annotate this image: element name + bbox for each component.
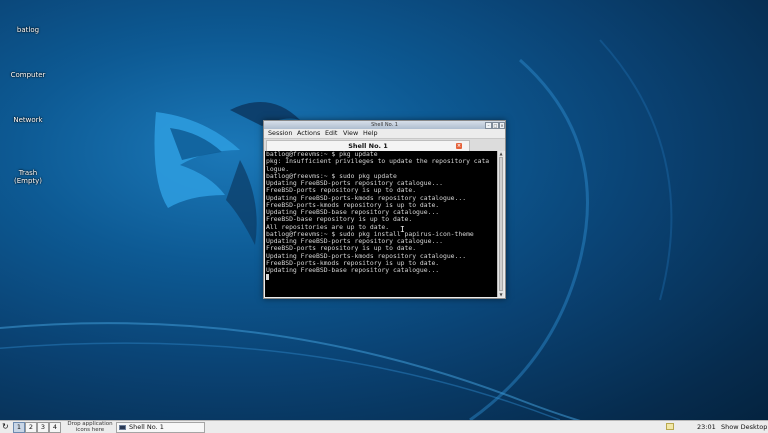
- desktop-icon-trash[interactable]: Trash (Empty): [0, 161, 56, 185]
- menu-bar: Session Actions Edit View Help: [264, 129, 505, 138]
- desktop-icon-home[interactable]: batlog: [0, 26, 56, 34]
- workspace-2[interactable]: 2: [25, 422, 37, 433]
- window-titlebar[interactable]: Shell No. 1 – □ ×: [264, 121, 505, 129]
- task-button-shell[interactable]: Shell No. 1: [116, 422, 205, 433]
- desktop-icon-label: Computer: [10, 71, 46, 79]
- minimize-button[interactable]: –: [485, 122, 492, 129]
- menu-edit[interactable]: Edit: [325, 129, 337, 138]
- tray-notes-icon[interactable]: [666, 423, 674, 430]
- desktop-icon-label: batlog: [16, 26, 40, 34]
- desktop-icon-network[interactable]: Network: [0, 116, 56, 124]
- window-title: Shell No. 1: [371, 122, 398, 128]
- close-button[interactable]: ×: [499, 122, 505, 129]
- workspace-4[interactable]: 4: [49, 422, 61, 433]
- menu-session[interactable]: Session: [268, 129, 292, 138]
- scrollbar-thumb[interactable]: [499, 157, 503, 291]
- maximize-button[interactable]: □: [492, 122, 499, 129]
- desktop-icon-label: Network: [13, 116, 43, 124]
- terminal-window[interactable]: Shell No. 1 – □ × Session Actions Edit V…: [263, 120, 506, 299]
- tab-bar: Shell No. 1 ×: [264, 138, 505, 151]
- tab-shell-1[interactable]: Shell No. 1 ×: [266, 140, 470, 151]
- terminal-line: pkg: Insufficient privileges to update t…: [266, 157, 490, 166]
- app-menu-icon[interactable]: ↻: [2, 421, 9, 433]
- desktop-icon-computer[interactable]: Computer: [0, 71, 56, 79]
- workspace-3[interactable]: 3: [37, 422, 49, 433]
- text-cursor-icon: I: [400, 225, 405, 234]
- show-desktop-button[interactable]: Show Desktop: [721, 421, 767, 433]
- terminal-prompt-line: [265, 274, 497, 281]
- terminal-output[interactable]: batlog@freevms:~ $ pkg update pkg: Insuff…: [265, 151, 497, 297]
- terminal-scrollbar[interactable]: ▲ ▼: [497, 151, 504, 297]
- task-button-label: Shell No. 1: [129, 423, 164, 431]
- launcher-drop-area[interactable]: Drop application icons here: [63, 421, 117, 433]
- taskbar: ↻ 1 2 3 4 Drop application icons here Sh…: [0, 420, 768, 433]
- tab-label: Shell No. 1: [348, 142, 388, 150]
- menu-actions[interactable]: Actions: [297, 129, 320, 138]
- desktop-icon-label: Trash (Empty): [13, 169, 43, 185]
- scroll-up-icon[interactable]: ▲: [498, 151, 504, 156]
- terminal-line: Updating FreeBSD-base repository catalog…: [266, 266, 440, 274]
- terminal-icon: [119, 425, 126, 430]
- tab-close-icon[interactable]: ×: [456, 143, 462, 149]
- menu-view[interactable]: View: [343, 129, 358, 138]
- scroll-down-icon[interactable]: ▼: [498, 292, 504, 297]
- clock[interactable]: 23:01: [697, 421, 716, 433]
- workspace-1[interactable]: 1: [13, 422, 25, 433]
- terminal-cursor: [266, 274, 269, 281]
- menu-help[interactable]: Help: [363, 129, 378, 138]
